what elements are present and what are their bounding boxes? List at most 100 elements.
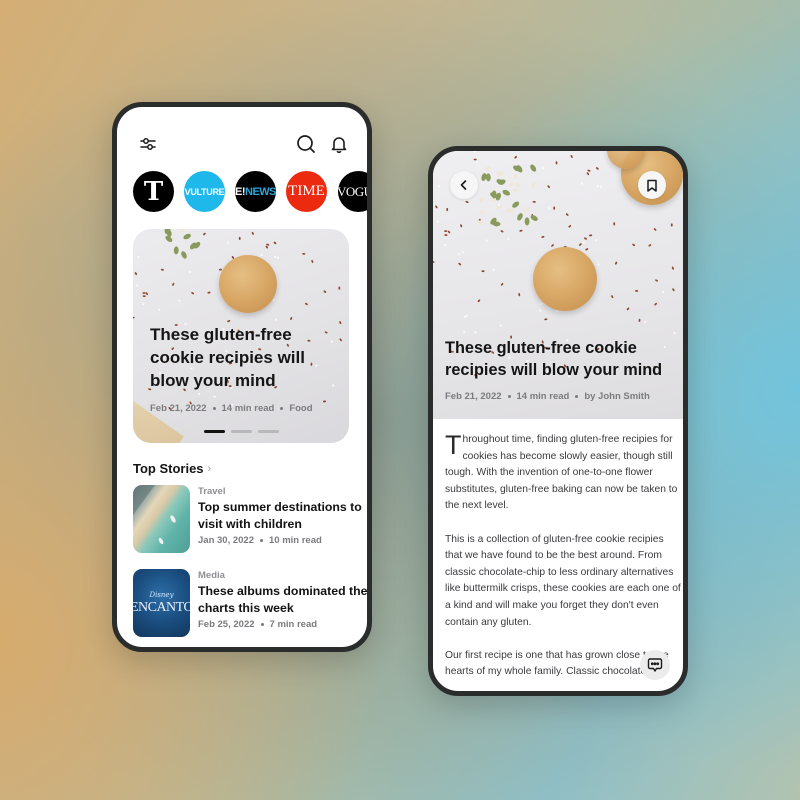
featured-title: These gluten-free cookie recipies will b… [150,325,305,390]
seed-speckle [584,237,588,240]
seed-speckle [547,185,550,189]
article-meta: Feb 21, 2022 14 min read by John Smith [445,391,650,402]
seed-speckle [585,248,589,251]
seed-speckle [330,340,333,343]
pager-dot-1[interactable] [204,430,225,433]
source-nyt[interactable]: T [133,171,174,212]
search-icon [297,135,315,153]
seed-speckle [492,268,495,271]
seed-speckle [635,290,639,292]
story-thumbnail-encanto: Disney ENCANTO [133,569,190,637]
story-item[interactable]: Disney ENCANTO Media These albums domina… [133,569,367,639]
seed-speckle [626,307,630,311]
seed-speckle [611,295,614,299]
seed-speckle [160,268,164,271]
seed-speckle [599,185,602,189]
seed-speckle [565,213,569,216]
seed-speckle [157,308,161,311]
chevron-right-icon: › [207,462,212,475]
seed-speckle [277,256,280,259]
cookie-image [219,255,277,313]
seed-speckle [274,318,278,321]
search-button[interactable] [295,133,317,155]
sliders-icon [140,138,156,150]
seed-speckle [578,243,582,246]
meta-separator [212,407,216,410]
seed-speckle [172,282,175,286]
home-screen-phone: T VULTURE E!NEWS TIME VOGUE These gluten… [112,102,372,652]
source-time[interactable]: TIME [286,171,327,212]
seed-speckle [544,318,548,321]
notifications-button[interactable] [328,133,350,155]
pumpkin-seed [496,179,504,185]
story-read-time: 7 min read [269,619,318,630]
pager-dot-2[interactable] [231,430,252,433]
seed-speckle [672,288,675,292]
seed-speckle [311,259,314,264]
pager-dot-3[interactable] [258,430,279,433]
bookmark-icon [647,179,657,192]
story-category: Travel [198,486,226,497]
story-thumbnail-beach [133,485,190,553]
seed-speckle [514,155,517,159]
featured-article-card[interactable]: These gluten-free cookie recipies will b… [133,229,349,443]
seed-speckle [302,252,306,255]
chat-bubble-icon [647,658,663,672]
seed-speckle [458,262,462,266]
seed-speckle [322,400,327,403]
seed-speckle [266,243,270,246]
seed-speckle [507,237,510,241]
back-button[interactable] [450,171,478,199]
seed-speckle [519,229,523,232]
top-stories-link[interactable]: Top Stories › [133,461,211,476]
pumpkin-seed [525,206,529,213]
seed-speckle [457,253,461,256]
seed-speckle [570,154,573,158]
article-title: These gluten-free cookie recipies will b… [445,339,663,379]
seed-speckle [323,290,327,293]
seed-speckle [145,292,149,296]
story-item[interactable]: Travel Top summer destinations to visit … [133,485,363,555]
source-enews[interactable]: E!NEWS [235,171,276,212]
comments-button[interactable] [640,650,670,680]
meta-separator [507,395,511,398]
seed-speckle [133,316,135,319]
filter-button[interactable] [137,133,159,155]
bookmark-button[interactable] [638,171,666,199]
pumpkin-seed [531,182,536,188]
top-stories-heading: Top Stories [133,461,204,476]
seed-speckle [648,244,652,247]
seed-speckle [555,161,558,165]
seed-speckle [251,231,254,235]
seed-speckle [137,255,140,259]
seed-speckle [203,232,206,236]
seed-speckle [597,263,600,266]
pumpkin-seed [513,173,518,180]
seed-speckle [568,225,572,228]
seed-speckle [499,324,502,327]
seed-speckle [463,330,466,333]
seed-speckle [532,200,536,203]
source-vulture[interactable]: VULTURE [184,171,225,212]
seed-speckle [673,331,676,335]
seed-speckle [500,230,504,233]
seed-speckle [447,230,451,234]
thumbnail-brand: Disney [149,590,174,599]
seed-speckle [551,244,554,247]
seed-speckle [339,321,342,325]
seed-speckle [178,299,181,302]
seed-speckle [594,239,598,242]
seed-speckle [142,295,146,298]
seed-speckle [435,205,438,209]
seed-speckle [460,224,463,228]
pumpkin-seed [512,201,520,208]
seed-speckle [462,251,465,254]
pumpkin-seed [502,189,511,196]
seed-speckle [586,172,590,176]
source-vogue[interactable]: VOGUE [338,171,367,212]
seed-speckle [436,220,440,223]
seed-speckle [587,169,591,172]
featured-category: Food [289,403,313,414]
seed-speckle [638,318,641,322]
seed-speckle [671,266,674,270]
